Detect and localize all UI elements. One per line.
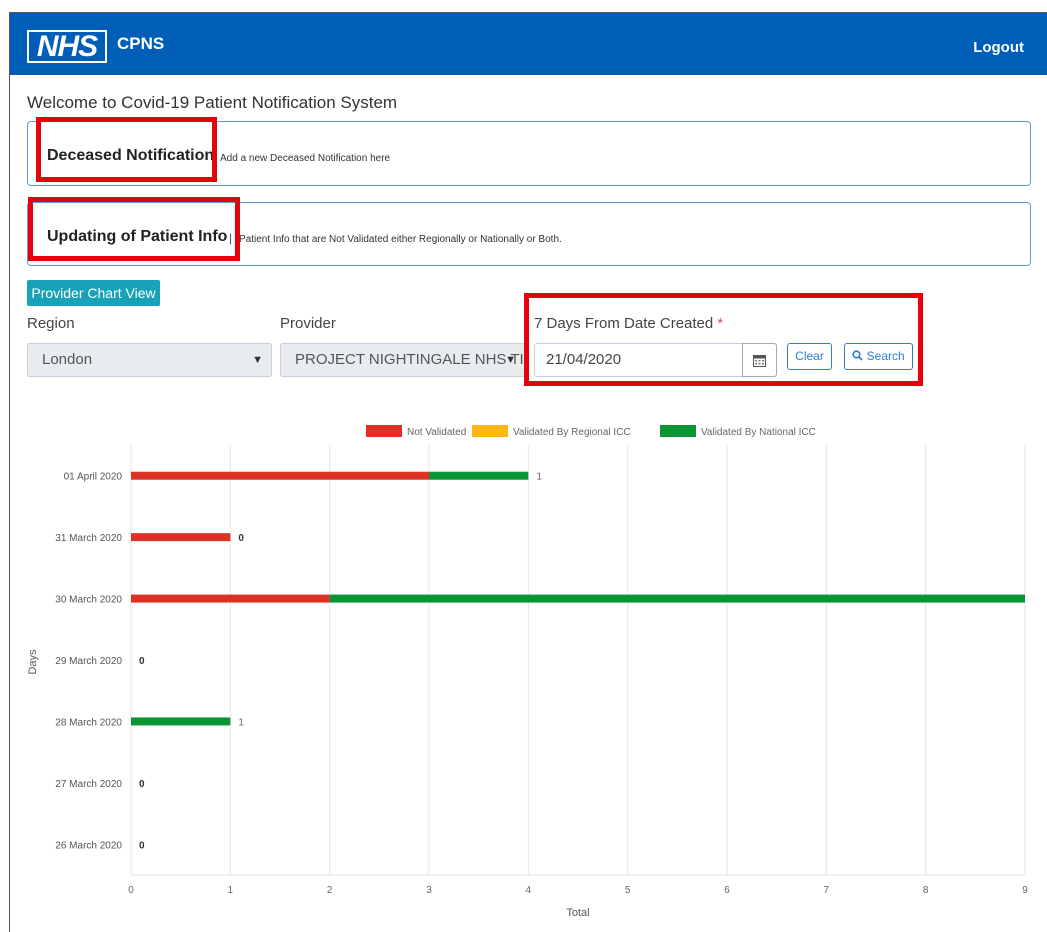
- chart-data-labels: 1 0 0 1 0 0: [139, 472, 542, 852]
- y-tick-label: 30 March 2020: [55, 595, 122, 606]
- x-tick-label: 1: [228, 885, 234, 896]
- data-label: 0: [139, 656, 145, 667]
- deceased-notification-title[interactable]: Deceased Notification: [47, 147, 214, 165]
- deceased-notification-description: Add a new Deceased Notification here: [220, 153, 391, 164]
- x-tick-label: 6: [724, 885, 730, 896]
- top-navbar: NHS CPNS Logout: [10, 13, 1047, 75]
- app-name[interactable]: CPNS: [117, 34, 164, 54]
- region-label: Region: [27, 315, 75, 332]
- update-patient-info-description: Patient Info that are Not Validated eith…: [239, 234, 562, 245]
- legend-label: Validated By National ICC: [701, 427, 816, 438]
- x-tick-label: 3: [426, 885, 432, 896]
- y-tick-label: 27 March 2020: [55, 779, 122, 790]
- logout-link[interactable]: Logout: [973, 39, 1024, 56]
- y-tick-label: 29 March 2020: [55, 656, 122, 667]
- bar-segment: [131, 533, 231, 542]
- calendar-icon: [753, 355, 766, 368]
- provider-label: Provider: [280, 315, 336, 332]
- y-axis-title: Days: [27, 649, 39, 675]
- y-tick-label: 31 March 2020: [55, 533, 122, 544]
- bar-segment: [429, 471, 529, 480]
- legend-swatch: [366, 425, 402, 437]
- chart-bars: [131, 471, 1026, 726]
- region-select-value: London: [42, 351, 93, 368]
- y-tick-label: 28 March 2020: [55, 717, 122, 728]
- calendar-button[interactable]: [742, 343, 777, 377]
- x-tick-label: 7: [824, 885, 830, 896]
- update-patient-info-card[interactable]: Updating of Patient Info | Patient Info …: [27, 202, 1031, 266]
- x-tick-label: 0: [128, 885, 134, 896]
- data-label: 0: [238, 533, 244, 544]
- y-tick-label: 01 April 2020: [64, 472, 123, 483]
- card-separator: |: [229, 231, 233, 245]
- date-label-text: 7 Days From Date Created: [534, 315, 714, 332]
- deceased-notification-card[interactable]: Deceased Notification Add a new Deceased…: [27, 121, 1031, 186]
- provider-select[interactable]: PROJECT NIGHTINGALE NHS TI ▼: [280, 343, 525, 377]
- update-patient-info-title[interactable]: Updating of Patient Info: [47, 228, 227, 246]
- chart-gridlines: [130, 445, 1026, 876]
- page-title: Welcome to Covid-19 Patient Notification…: [27, 93, 398, 112]
- legend-label: Not Validated: [407, 427, 466, 438]
- x-tick-label: 9: [1022, 885, 1028, 896]
- bar-segment: [131, 471, 429, 480]
- bar-segment: [131, 594, 330, 603]
- legend-label: Validated By Regional ICC: [513, 427, 631, 438]
- chart-legend: Not Validated Validated By Regional ICC Va…: [366, 425, 816, 438]
- bar-segment: [131, 717, 231, 726]
- nhs-logo: NHS: [27, 30, 107, 63]
- x-tick-label: 5: [625, 885, 631, 896]
- data-label: 0: [139, 840, 145, 851]
- legend-swatch: [660, 425, 696, 437]
- provider-stacked-bar-chart: Not Validated Validated By Regional ICC Va…: [27, 425, 1028, 919]
- required-marker: *: [717, 315, 724, 332]
- date-label: 7 Days From Date Created *: [534, 315, 723, 332]
- legend-swatch: [472, 425, 508, 437]
- search-icon: [852, 350, 863, 361]
- provider-chart-view-button[interactable]: Provider Chart View: [27, 280, 160, 306]
- x-tick-label: 4: [526, 885, 532, 896]
- data-label: 1: [238, 717, 244, 728]
- x-axis-title: Total: [566, 907, 589, 919]
- clear-button[interactable]: Clear: [787, 343, 832, 370]
- search-button-label: Search: [866, 349, 905, 363]
- x-tick-label: 8: [923, 885, 929, 896]
- data-label: 0: [139, 779, 145, 790]
- data-label: 1: [536, 472, 542, 483]
- search-button[interactable]: Search: [844, 343, 913, 370]
- y-tick-label: 26 March 2020: [55, 840, 122, 851]
- date-created-input[interactable]: 21/04/2020: [534, 343, 742, 377]
- y-axis-tick-labels: 01 April 2020 31 March 2020 30 March 2020 2…: [55, 472, 122, 852]
- bar-segment: [329, 594, 1026, 603]
- dropdown-arrow-icon: ▼: [505, 354, 516, 366]
- app-window: NHS CPNS Logout Welcome to Covid-19 Pati…: [9, 12, 1047, 932]
- x-tick-label: 2: [327, 885, 333, 896]
- region-select[interactable]: London ▼: [27, 343, 272, 377]
- dropdown-arrow-icon: ▼: [252, 354, 263, 366]
- provider-select-value: PROJECT NIGHTINGALE NHS TI: [295, 351, 524, 368]
- x-axis-tick-labels: 0 1 2 3 4 5 6 7 8 9: [128, 885, 1028, 896]
